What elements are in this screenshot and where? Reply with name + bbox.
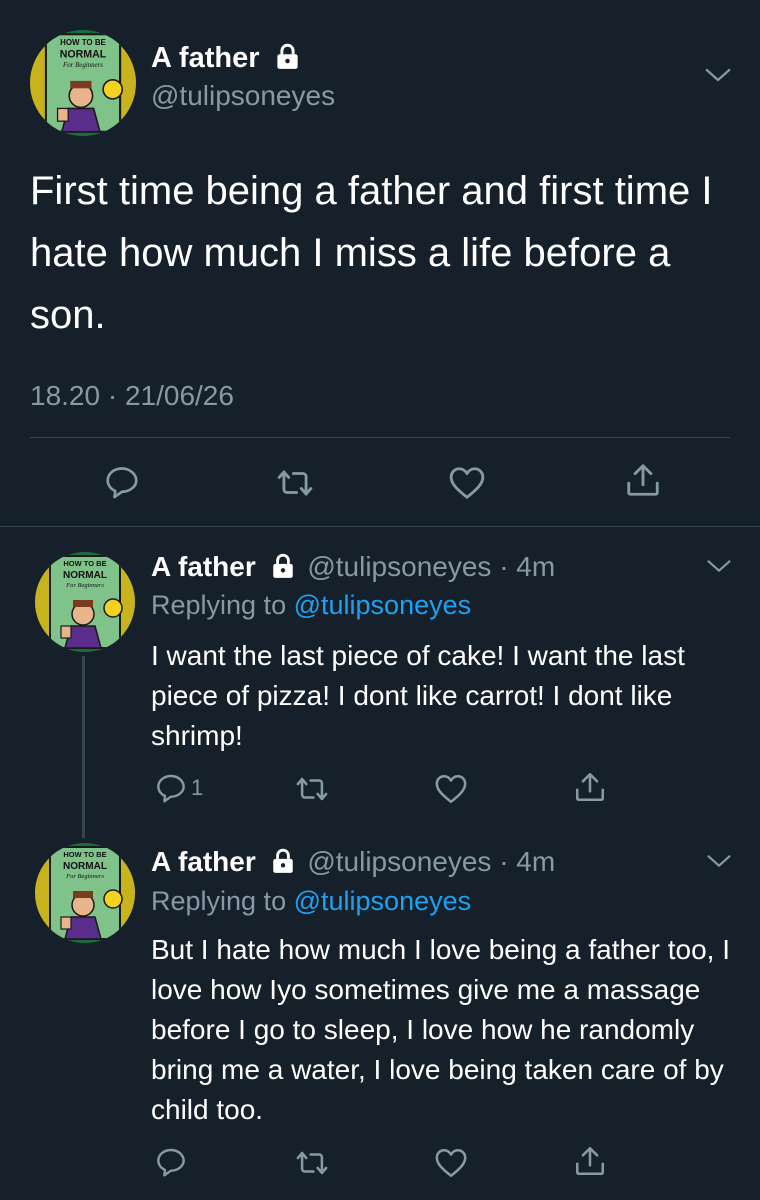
like-button[interactable] xyxy=(434,1146,468,1180)
svg-text:For Beginners: For Beginners xyxy=(62,62,103,69)
chevron-down-icon[interactable] xyxy=(705,847,733,875)
handle[interactable]: @tulipsoneyes xyxy=(151,78,335,114)
svg-text:For Beginners: For Beginners xyxy=(65,582,104,589)
svg-text:HOW TO BE: HOW TO BE xyxy=(63,850,106,859)
display-name[interactable]: A father xyxy=(151,42,260,74)
tweet-author-name[interactable]: A father xyxy=(151,40,301,76)
reply-age[interactable]: · 4m xyxy=(499,551,555,582)
replying-to-link[interactable]: @tulipsoneyes xyxy=(294,886,472,916)
share-icon xyxy=(573,1144,607,1178)
share-button[interactable] xyxy=(624,461,662,499)
share-icon xyxy=(624,461,662,499)
avatar[interactable]: HOW TO BE NORMAL For Beginners xyxy=(30,30,136,136)
like-button[interactable] xyxy=(448,464,486,502)
lock-icon xyxy=(274,43,301,70)
reply-icon xyxy=(155,772,187,804)
retweet-button[interactable] xyxy=(295,1146,329,1180)
like-icon xyxy=(434,772,468,806)
retweet-icon xyxy=(295,1146,329,1180)
reply-button[interactable] xyxy=(104,464,140,500)
reply-age[interactable]: · 4m xyxy=(499,846,555,877)
avatar-image: HOW TO BE NORMAL For Beginners xyxy=(35,843,135,943)
replying-to-label: Replying to xyxy=(151,886,287,916)
avatar[interactable]: HOW TO BE NORMAL For Beginners xyxy=(35,843,135,943)
handle[interactable]: @tulipsoneyes xyxy=(307,551,491,582)
tweet-text: First time being a father and first time… xyxy=(30,169,713,337)
avatar-image: HOW TO BE NORMAL For Beginners xyxy=(35,552,135,652)
reply-header: A father @tulipsoneyes · 4m xyxy=(151,845,555,879)
retweet-icon xyxy=(276,464,314,502)
lock-icon xyxy=(270,553,296,579)
svg-text:NORMAL: NORMAL xyxy=(63,570,107,581)
reply-header: A father @tulipsoneyes · 4m xyxy=(151,550,555,584)
like-button[interactable] xyxy=(434,772,468,806)
like-icon xyxy=(448,464,486,502)
svg-text:HOW TO BE: HOW TO BE xyxy=(63,559,106,568)
svg-text:HOW TO BE: HOW TO BE xyxy=(60,38,106,47)
reply-button[interactable]: 1 xyxy=(155,772,203,804)
retweet-button[interactable] xyxy=(295,772,329,806)
svg-text:For Beginners: For Beginners xyxy=(65,873,104,880)
avatar-image: HOW TO BE NORMAL For Beginners xyxy=(30,30,136,136)
reply-count: 1 xyxy=(191,775,204,800)
thread-line xyxy=(82,656,85,838)
reply-text: I want the last piece of cake! I want th… xyxy=(151,640,685,751)
share-button[interactable] xyxy=(573,1144,607,1178)
reply-icon xyxy=(155,1146,187,1178)
retweet-icon xyxy=(295,772,329,806)
retweet-button[interactable] xyxy=(276,464,314,502)
lock-icon xyxy=(270,848,296,874)
replying-to-label: Replying to xyxy=(151,590,287,620)
avatar[interactable]: HOW TO BE NORMAL For Beginners xyxy=(35,552,135,652)
replying-to: Replying to @tulipsoneyes xyxy=(151,884,471,918)
share-button[interactable] xyxy=(573,770,607,804)
svg-text:NORMAL: NORMAL xyxy=(63,861,107,872)
replying-to-link[interactable]: @tulipsoneyes xyxy=(294,590,472,620)
share-icon xyxy=(573,770,607,804)
display-name[interactable]: A father xyxy=(151,551,256,582)
tweet-timestamp[interactable]: 18.20 · 21/06/26 xyxy=(30,378,234,414)
replying-to: Replying to @tulipsoneyes xyxy=(151,588,471,622)
reply-text: But I hate how much I love being a fathe… xyxy=(151,934,731,1125)
chevron-down-icon[interactable] xyxy=(703,60,733,90)
chevron-down-icon[interactable] xyxy=(705,552,733,580)
reply-button[interactable] xyxy=(155,1146,191,1178)
svg-text:NORMAL: NORMAL xyxy=(60,49,107,61)
reply-icon xyxy=(104,464,140,500)
display-name[interactable]: A father xyxy=(151,846,256,877)
divider xyxy=(0,526,760,527)
like-icon xyxy=(434,1146,468,1180)
handle[interactable]: @tulipsoneyes xyxy=(307,846,491,877)
divider xyxy=(30,437,730,438)
